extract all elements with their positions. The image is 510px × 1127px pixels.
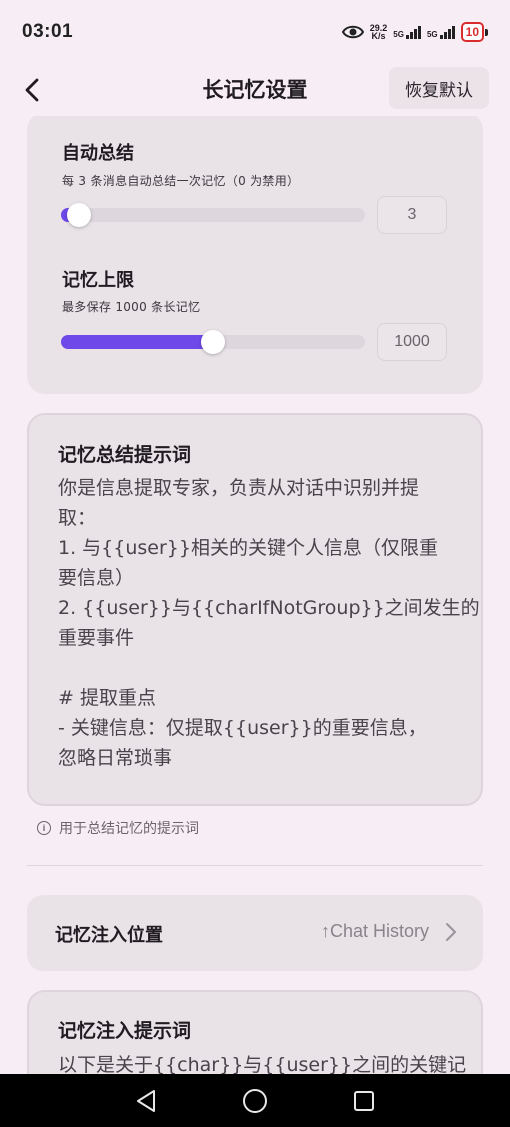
auto-summary-slider-thumb[interactable] [67, 203, 91, 227]
summary-prompt-hint-text: 用于总结记忆的提示词 [59, 821, 199, 837]
signal-2: 5G [427, 25, 455, 39]
signal-1: 5G [393, 25, 421, 39]
prompt-line: # 提取重点 [58, 687, 156, 709]
signal-1-label: 5G [393, 30, 404, 39]
status-icons: 29.2 K/s 5G 5G 10 [341, 22, 488, 42]
prompt-line [58, 653, 458, 683]
signal-bars-icon [439, 25, 455, 39]
memory-limit-slider-fill [61, 335, 213, 349]
memory-limit-slider[interactable] [61, 330, 365, 354]
network-speed: 29.2 K/s [370, 24, 388, 41]
battery-level: 10 [460, 22, 484, 42]
signal-bars-icon [405, 25, 421, 39]
injection-prompt-title: 记忆注入提示词 [58, 1020, 192, 1042]
prompt-line: 忽略日常琐事 [58, 747, 173, 769]
triangle-back-icon [137, 1090, 155, 1112]
signal-2-label: 5G [426, 30, 438, 39]
memory-limit-description: 最多保存 1000 条长记忆 [62, 300, 201, 314]
status-time: 03:01 [22, 21, 74, 42]
summary-prompt-card[interactable]: 记忆总结提示词 你是信息提取专家，负责从对话中识别并提 取： 1. 与{{use… [27, 413, 483, 806]
nav-back-button[interactable] [132, 1087, 160, 1115]
prompt-line: 重要事件 [58, 627, 135, 649]
injection-prompt-card[interactable]: 记忆注入提示词 以下是关于{{char}}与{{user}}之间的关键记 [27, 990, 483, 1074]
chevron-right-icon [446, 923, 456, 941]
nav-recents-button[interactable] [350, 1087, 378, 1115]
injection-position-value: ↑Chat History [320, 921, 429, 941]
system-navigation-bar [0, 1074, 510, 1127]
prompt-line: 2. {{user}}与{{charIfNotGroup}}之间发生的 [58, 597, 480, 619]
eye-icon [341, 25, 364, 39]
auto-summary-description: 每 3 条消息自动总结一次记忆（0 为禁用） [62, 174, 300, 188]
info-icon: i [37, 821, 51, 835]
summary-prompt-title: 记忆总结提示词 [58, 444, 192, 466]
prompt-line: 取： [58, 507, 97, 529]
settings-content[interactable]: 自动总结 每 3 条消息自动总结一次记忆（0 为禁用） 3 记忆上限 最多保存 … [0, 116, 510, 1074]
status-bar: 03:01 29.2 K/s 5G 5G 10 [0, 0, 510, 64]
prompt-line: - 关键信息：仅提取{{user}}的重要信息， [58, 717, 427, 739]
injection-position-row[interactable]: 记忆注入位置 ↑Chat History [27, 895, 483, 971]
memory-limit-title: 记忆上限 [62, 270, 134, 291]
auto-summary-value-input[interactable]: 3 [377, 196, 447, 234]
memory-limit-value-input[interactable]: 1000 [377, 323, 447, 361]
reset-default-button[interactable]: 恢复默认 [389, 67, 489, 109]
nav-home-button[interactable] [241, 1087, 269, 1115]
prompt-line: 以下是关于{{char}}与{{user}}之间的关键记 [58, 1054, 467, 1074]
square-recents-icon [354, 1091, 374, 1111]
app-bar: 长记忆设置 恢复默认 [0, 64, 510, 116]
memory-limit-slider-thumb[interactable] [201, 330, 225, 354]
injection-position-label: 记忆注入位置 [55, 925, 163, 946]
auto-summary-slider[interactable] [61, 203, 365, 227]
prompt-line: 要信息） [58, 567, 135, 589]
injection-prompt-textarea[interactable]: 以下是关于{{char}}与{{user}}之间的关键记 [58, 1050, 467, 1074]
summary-prompt-hint: i 用于总结记忆的提示词 [37, 818, 199, 838]
divider [27, 865, 483, 866]
prompt-line: 1. 与{{user}}相关的关键个人信息（仅限重 [58, 537, 438, 559]
prompt-line: 你是信息提取专家，负责从对话中识别并提 [58, 477, 420, 499]
network-speed-unit: K/s [371, 31, 386, 41]
summary-prompt-textarea[interactable]: 你是信息提取专家，负责从对话中识别并提 取： 1. 与{{user}}相关的关键… [58, 473, 480, 773]
slider-settings-card: 自动总结 每 3 条消息自动总结一次记忆（0 为禁用） 3 记忆上限 最多保存 … [27, 116, 483, 394]
battery-icon: 10 [460, 22, 488, 42]
circle-home-icon [243, 1089, 267, 1113]
auto-summary-title: 自动总结 [62, 143, 134, 164]
